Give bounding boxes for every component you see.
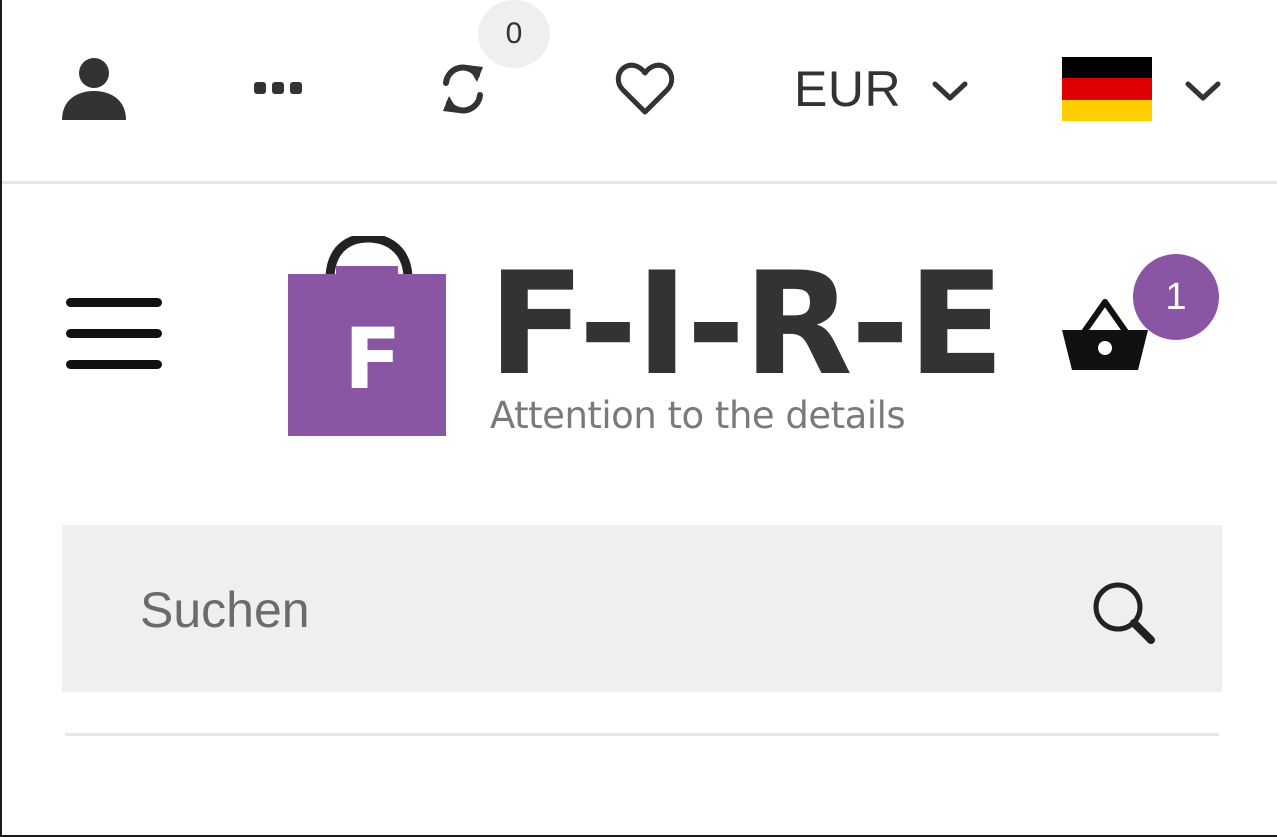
top-utility-bar: 0 EUR [2,0,1277,182]
logo-wordmark: F-I-R-E [488,242,1005,407]
wishlist-heart-icon [615,62,675,115]
language-selector[interactable] [1062,54,1222,124]
search-bar [62,525,1222,692]
search-icon [1093,582,1155,644]
user-icon [62,58,126,120]
currency-selector[interactable]: EUR [794,56,969,122]
compare-icon [443,64,483,114]
cart-count-badge: 1 [1133,254,1219,340]
compare-count-badge: 0 [478,0,550,68]
more-icon [254,82,302,94]
hamburger-menu-icon [66,298,162,307]
more-button[interactable] [246,66,310,110]
germany-flag-icon [1062,57,1152,121]
currency-label: EUR [794,61,902,117]
chevron-down-icon [1185,81,1221,101]
wishlist-button[interactable] [612,56,678,122]
account-button[interactable] [57,52,131,126]
logo-tagline: Attention to the details [490,394,906,437]
page-frame: 0 EUR F F-I-R-E Attention to the details… [0,0,1277,837]
menu-button[interactable] [62,292,166,376]
search-button[interactable] [1084,573,1164,653]
compare-button[interactable] [432,56,494,122]
site-logo[interactable]: F F-I-R-E Attention to the details [286,236,1005,440]
topbar-divider [2,181,1277,184]
chevron-down-icon [932,81,968,101]
search-input[interactable] [140,565,1020,655]
section-divider [65,733,1219,736]
logo-bag-letter: F [344,310,401,408]
shopping-bag-logo-icon: F [288,236,446,436]
